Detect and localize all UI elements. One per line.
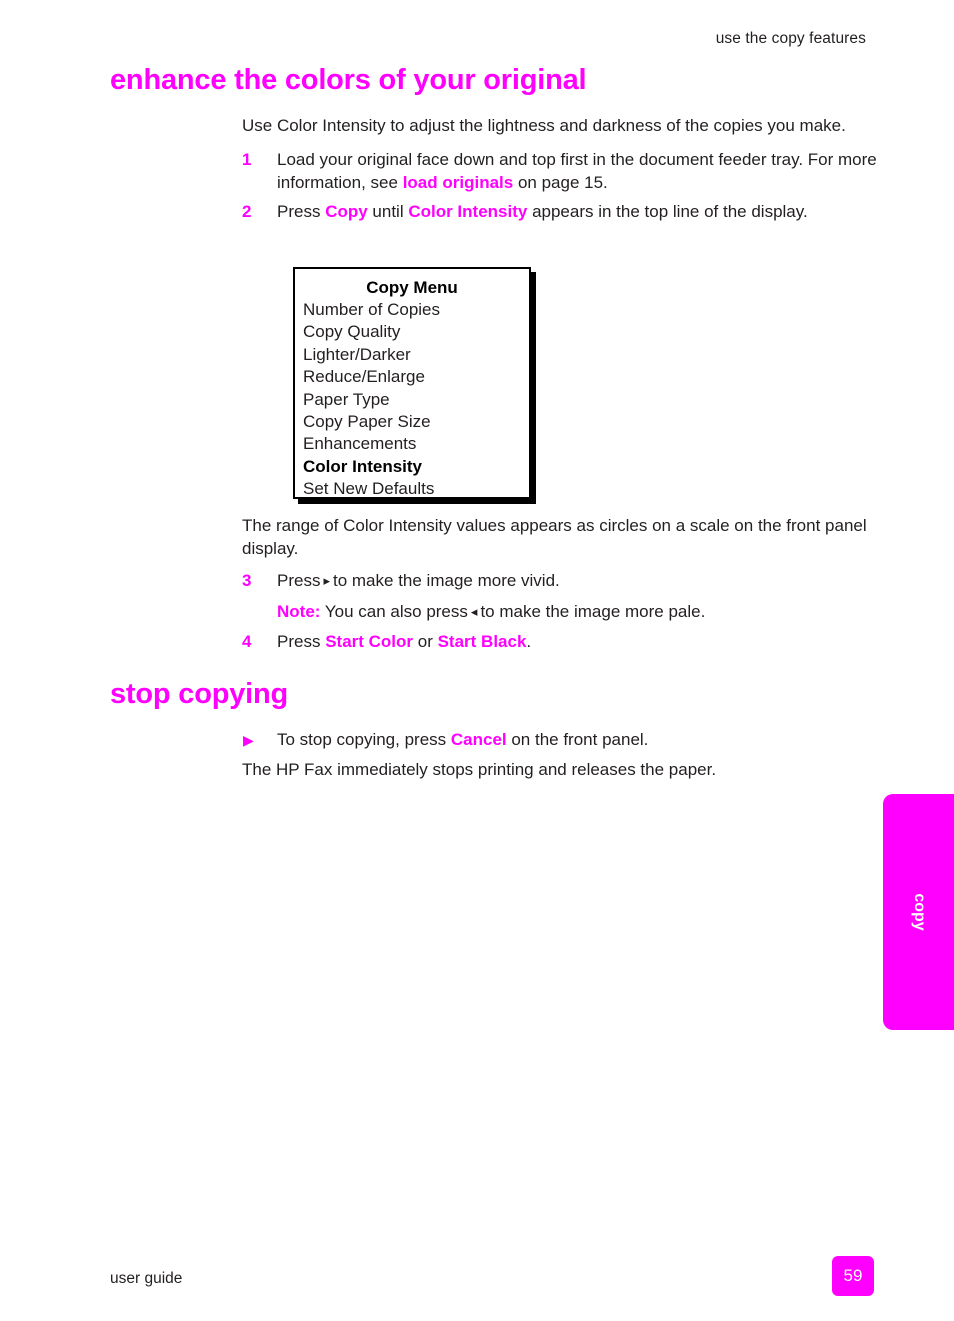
copy-menu-list: Number of Copies Copy Quality Lighter/Da… [295, 299, 529, 501]
step-1-number: 1 [242, 150, 252, 169]
step-4-text: Press Start Color or Start Black. [277, 630, 887, 653]
start-color-button-ref: Start Color [325, 632, 414, 651]
step-3-text-before: Press [277, 571, 321, 590]
step-4-number: 4 [242, 632, 252, 651]
copy-button-ref: Copy [325, 202, 368, 221]
step-2-number: 2 [242, 202, 252, 221]
step-3-number: 3 [242, 571, 252, 590]
color-intensity-ref: Color Intensity [408, 202, 528, 221]
copy-menu-item-number-of-copies[interactable]: Number of Copies [303, 299, 529, 321]
stop-copying-bullet: ▶ To stop copying, press Cancel on the f… [242, 728, 887, 751]
copy-menu-title: Copy Menu [366, 278, 458, 297]
step-1-text-after: on page 15. [513, 173, 608, 192]
step-4-text-before: Press [277, 632, 326, 651]
copy-menu-item-paper-type[interactable]: Paper Type [303, 389, 529, 411]
stop-copying-closing-paragraph: The HP Fax immediately stops printing an… [242, 760, 717, 779]
copy-menu-item-enhancements[interactable]: Enhancements [303, 433, 529, 455]
note-text-after: to make the image more pale. [480, 602, 706, 621]
load-originals-link[interactable]: load originals [403, 173, 514, 192]
left-arrow-icon: ◂ [470, 604, 478, 619]
copy-menu-item-set-new-defaults[interactable]: Set New Defaults [303, 478, 529, 500]
step-2-text: Press Copy until Color Intensity appears… [277, 200, 887, 223]
step-1: 1 Load your original face down and top f… [242, 148, 887, 194]
step-3: 3 Press ▸ to make the image more vivid. [242, 569, 887, 593]
chapter-thumb-tab-copy: copy [883, 794, 954, 1030]
thumb-tab-label: copy [910, 893, 928, 931]
copy-menu-item-reduce-enlarge[interactable]: Reduce/Enlarge [303, 366, 529, 388]
step-4: 4 Press Start Color or Start Black. [242, 630, 887, 653]
document-page: use the copy features enhance the colors… [0, 0, 954, 1321]
step-2-text-after: appears in the top line of the display. [527, 202, 808, 221]
step-2: 2 Press Copy until Color Intensity appea… [242, 200, 887, 223]
start-black-button-ref: Start Black [437, 632, 527, 651]
triangle-bullet-icon: ▶ [243, 732, 254, 748]
cancel-button-ref: Cancel [450, 730, 507, 749]
copy-menu-item-copy-quality[interactable]: Copy Quality [303, 321, 529, 343]
running-header: use the copy features [715, 30, 866, 47]
note-label: Note: [277, 602, 321, 621]
stop-bullet-text-after: on the front panel. [506, 730, 649, 749]
section-heading-stop-copying: stop copying [110, 678, 289, 710]
step-2-text-mid: until [367, 202, 409, 221]
page-number-badge: 59 [832, 1256, 874, 1296]
note-text-before: You can also press [320, 602, 468, 621]
copy-menu-item-copy-paper-size[interactable]: Copy Paper Size [303, 411, 529, 433]
stop-copying-bullet-text: To stop copying, press Cancel on the fro… [277, 728, 887, 751]
step-4-text-mid: or [413, 632, 438, 651]
stop-bullet-text-before: To stop copying, press [277, 730, 451, 749]
copy-menu-callout: Copy Menu Number of Copies Copy Quality … [293, 267, 531, 499]
copy-menu-item-lighter-darker[interactable]: Lighter/Darker [303, 344, 529, 366]
step-2-text-before: Press [277, 202, 326, 221]
copy-menu-item-color-intensity[interactable]: Color Intensity [303, 456, 529, 478]
note-text: Note: You can also press ◂ to make the ima… [277, 600, 887, 624]
footer-left-text: user guide [110, 1270, 183, 1287]
step-3-text: Press ▸ to make the image more vivid. [277, 569, 887, 593]
section-heading-enhance: enhance the colors of your original [110, 64, 587, 96]
enhance-intro-paragraph: Use Color Intensity to adjust the lightn… [242, 116, 846, 135]
color-intensity-scale-paragraph: The range of Color Intensity values appe… [242, 516, 867, 558]
step-4-text-after: . [526, 632, 532, 651]
step-3-text-after: to make the image more vivid. [333, 571, 560, 590]
step-1-text: Load your original face down and top fir… [277, 148, 887, 194]
right-arrow-icon: ▸ [323, 573, 330, 588]
step-3-note: Note: You can also press ◂ to make the ima… [242, 600, 887, 624]
